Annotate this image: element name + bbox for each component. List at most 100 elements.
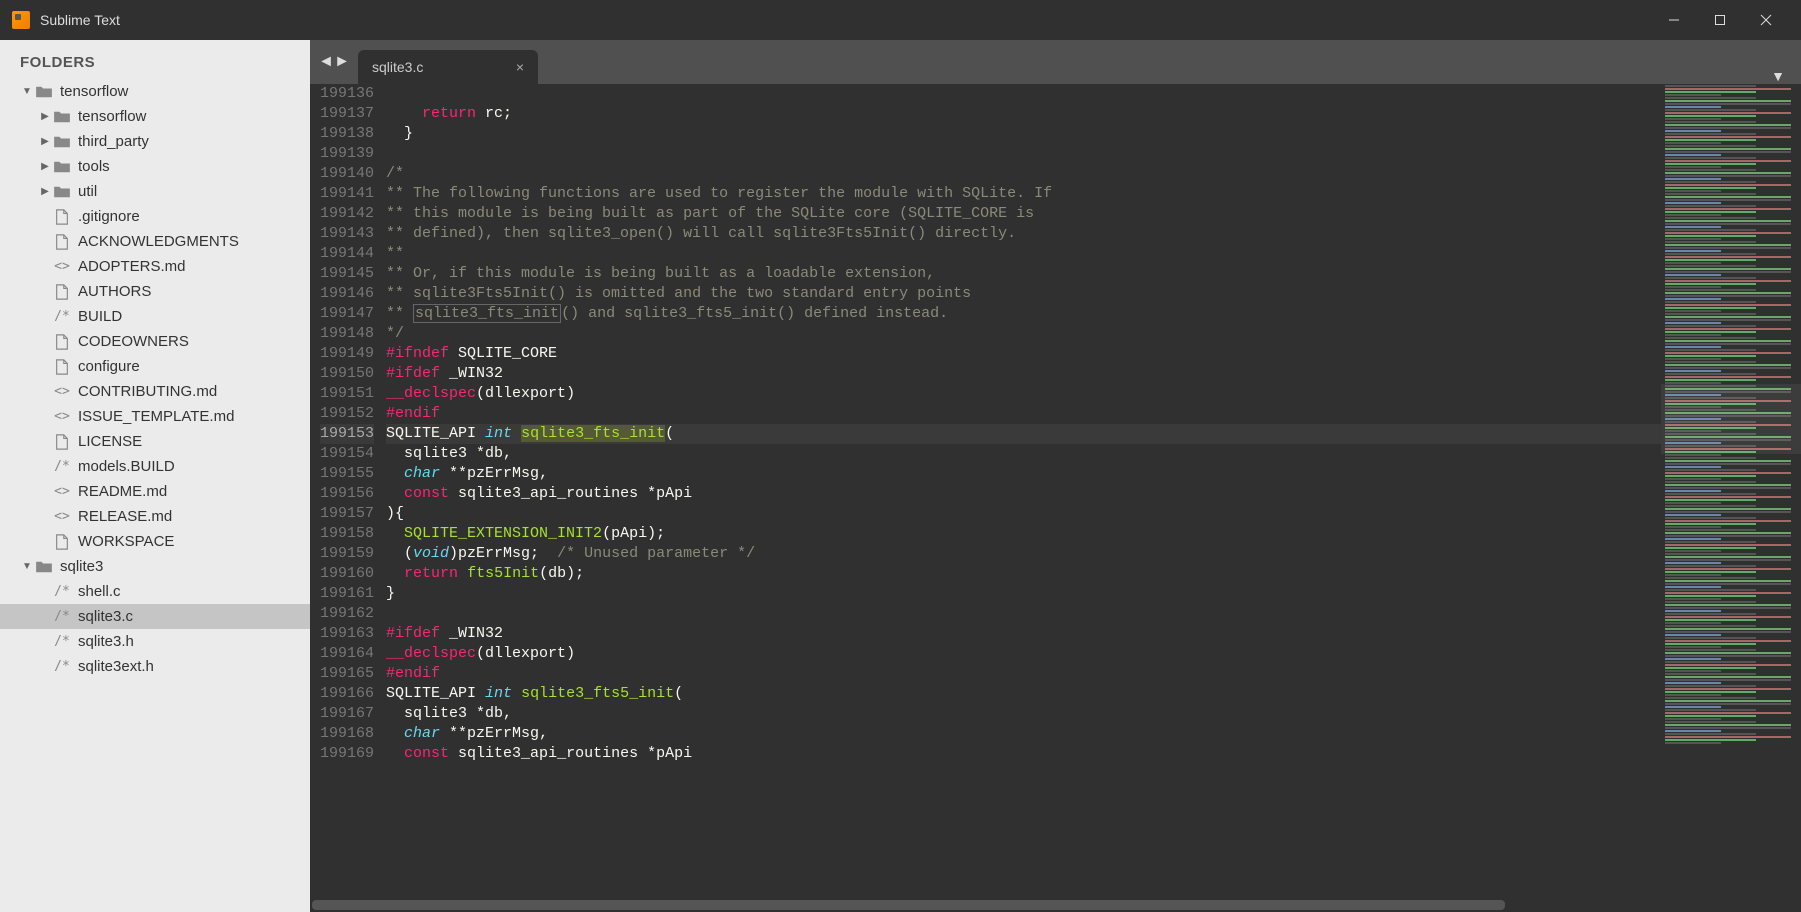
file-item[interactable]: <>README.md (0, 479, 310, 504)
file-item[interactable]: /*shell.c (0, 579, 310, 604)
line-number[interactable]: 199166 (320, 684, 374, 704)
file-item[interactable]: AUTHORS (0, 279, 310, 304)
code-line[interactable]: const sqlite3_api_routines *pApi (386, 484, 1661, 504)
line-number[interactable]: 199160 (320, 564, 374, 584)
line-number[interactable]: 199157 (320, 504, 374, 524)
tab-menu-icon[interactable]: ▼ (1755, 68, 1801, 84)
code-line[interactable]: ** The following functions are used to r… (386, 184, 1661, 204)
line-number[interactable]: 199143 (320, 224, 374, 244)
line-number[interactable]: 199155 (320, 464, 374, 484)
tab-active[interactable]: sqlite3.c × (358, 50, 538, 84)
code-line[interactable]: sqlite3 *db, (386, 444, 1661, 464)
line-number[interactable]: 199152 (320, 404, 374, 424)
file-item[interactable]: <>RELEASE.md (0, 504, 310, 529)
line-number[interactable]: 199140 (320, 164, 374, 184)
code-line[interactable]: ** Or, if this module is being built as … (386, 264, 1661, 284)
line-number[interactable]: 199151 (320, 384, 374, 404)
code-line[interactable]: #ifdef _WIN32 (386, 364, 1661, 384)
code-line[interactable]: #ifndef SQLITE_CORE (386, 344, 1661, 364)
code-line[interactable]: SQLITE_API int sqlite3_fts_init( (386, 424, 1661, 444)
line-number[interactable]: 199153 (320, 424, 374, 444)
file-item[interactable]: <>CONTRIBUTING.md (0, 379, 310, 404)
line-number[interactable]: 199168 (320, 724, 374, 744)
code-line[interactable]: ** (386, 244, 1661, 264)
code-line[interactable]: ** this module is being built as part of… (386, 204, 1661, 224)
code-line[interactable] (386, 84, 1661, 104)
line-number[interactable]: 199167 (320, 704, 374, 724)
code-line[interactable]: #endif (386, 664, 1661, 684)
line-number[interactable]: 199163 (320, 624, 374, 644)
folder-item[interactable]: ▶tools (0, 154, 310, 179)
file-item[interactable]: /*BUILD (0, 304, 310, 329)
minimap[interactable] (1661, 84, 1801, 898)
tab-nav-left-icon[interactable]: ◄ (318, 53, 334, 71)
line-number[interactable]: 199144 (320, 244, 374, 264)
maximize-button[interactable] (1697, 0, 1743, 40)
code-line[interactable]: SQLITE_API int sqlite3_fts5_init( (386, 684, 1661, 704)
line-number[interactable]: 199162 (320, 604, 374, 624)
line-number[interactable]: 199138 (320, 124, 374, 144)
line-number[interactable]: 199145 (320, 264, 374, 284)
code-editor[interactable]: return rc; }/*** The following functions… (386, 84, 1661, 898)
file-item[interactable]: ACKNOWLEDGMENTS (0, 229, 310, 254)
line-number[interactable]: 199148 (320, 324, 374, 344)
disclosure-icon[interactable]: ▼ (20, 86, 34, 97)
file-item[interactable]: WORKSPACE (0, 529, 310, 554)
file-item[interactable]: <>ISSUE_TEMPLATE.md (0, 404, 310, 429)
code-line[interactable]: return fts5Init(db); (386, 564, 1661, 584)
code-line[interactable]: SQLITE_EXTENSION_INIT2(pApi); (386, 524, 1661, 544)
code-line[interactable]: ** sqlite3_fts_init() and sqlite3_fts5_i… (386, 304, 1661, 324)
line-number[interactable]: 199150 (320, 364, 374, 384)
file-item[interactable]: /*sqlite3.c (0, 604, 310, 629)
horizontal-scrollbar[interactable] (310, 898, 1801, 912)
scrollbar-thumb[interactable] (312, 900, 1505, 910)
line-number[interactable]: 199158 (320, 524, 374, 544)
line-number[interactable]: 199149 (320, 344, 374, 364)
disclosure-icon[interactable]: ▶ (38, 186, 52, 197)
code-line[interactable]: char **pzErrMsg, (386, 724, 1661, 744)
file-item[interactable]: /*sqlite3ext.h (0, 654, 310, 679)
code-line[interactable]: } (386, 124, 1661, 144)
code-line[interactable]: char **pzErrMsg, (386, 464, 1661, 484)
tab-nav-right-icon[interactable]: ► (334, 53, 350, 71)
folder-item[interactable]: ▶tensorflow (0, 104, 310, 129)
line-number[interactable]: 199139 (320, 144, 374, 164)
code-line[interactable]: sqlite3 *db, (386, 704, 1661, 724)
line-number[interactable]: 199164 (320, 644, 374, 664)
disclosure-icon[interactable]: ▶ (38, 111, 52, 122)
code-line[interactable]: ** defined), then sqlite3_open() will ca… (386, 224, 1661, 244)
code-line[interactable]: __declspec(dllexport) (386, 384, 1661, 404)
code-line[interactable]: /* (386, 164, 1661, 184)
file-item[interactable]: LICENSE (0, 429, 310, 454)
line-number[interactable]: 199142 (320, 204, 374, 224)
folder-item[interactable]: ▶util (0, 179, 310, 204)
folder-item[interactable]: ▼sqlite3 (0, 554, 310, 579)
code-line[interactable]: ){ (386, 504, 1661, 524)
disclosure-icon[interactable]: ▶ (38, 161, 52, 172)
code-line[interactable]: ** sqlite3Fts5Init() is omitted and the … (386, 284, 1661, 304)
code-line[interactable]: #endif (386, 404, 1661, 424)
folder-item[interactable]: ▶third_party (0, 129, 310, 154)
file-item[interactable]: /*models.BUILD (0, 454, 310, 479)
line-number[interactable]: 199169 (320, 744, 374, 764)
line-number[interactable]: 199146 (320, 284, 374, 304)
minimap-viewport[interactable] (1661, 384, 1801, 454)
file-item[interactable]: configure (0, 354, 310, 379)
code-line[interactable]: */ (386, 324, 1661, 344)
line-number[interactable]: 199156 (320, 484, 374, 504)
code-line[interactable]: #ifdef _WIN32 (386, 624, 1661, 644)
line-number[interactable]: 199136 (320, 84, 374, 104)
code-line[interactable] (386, 604, 1661, 624)
line-number[interactable]: 199137 (320, 104, 374, 124)
line-number[interactable]: 199154 (320, 444, 374, 464)
file-item[interactable]: .gitignore (0, 204, 310, 229)
line-number[interactable]: 199159 (320, 544, 374, 564)
file-item[interactable]: CODEOWNERS (0, 329, 310, 354)
code-line[interactable]: } (386, 584, 1661, 604)
line-number[interactable]: 199147 (320, 304, 374, 324)
code-line[interactable]: const sqlite3_api_routines *pApi (386, 744, 1661, 764)
disclosure-icon[interactable]: ▶ (38, 136, 52, 147)
line-number[interactable]: 199165 (320, 664, 374, 684)
code-line[interactable]: __declspec(dllexport) (386, 644, 1661, 664)
minimize-button[interactable] (1651, 0, 1697, 40)
